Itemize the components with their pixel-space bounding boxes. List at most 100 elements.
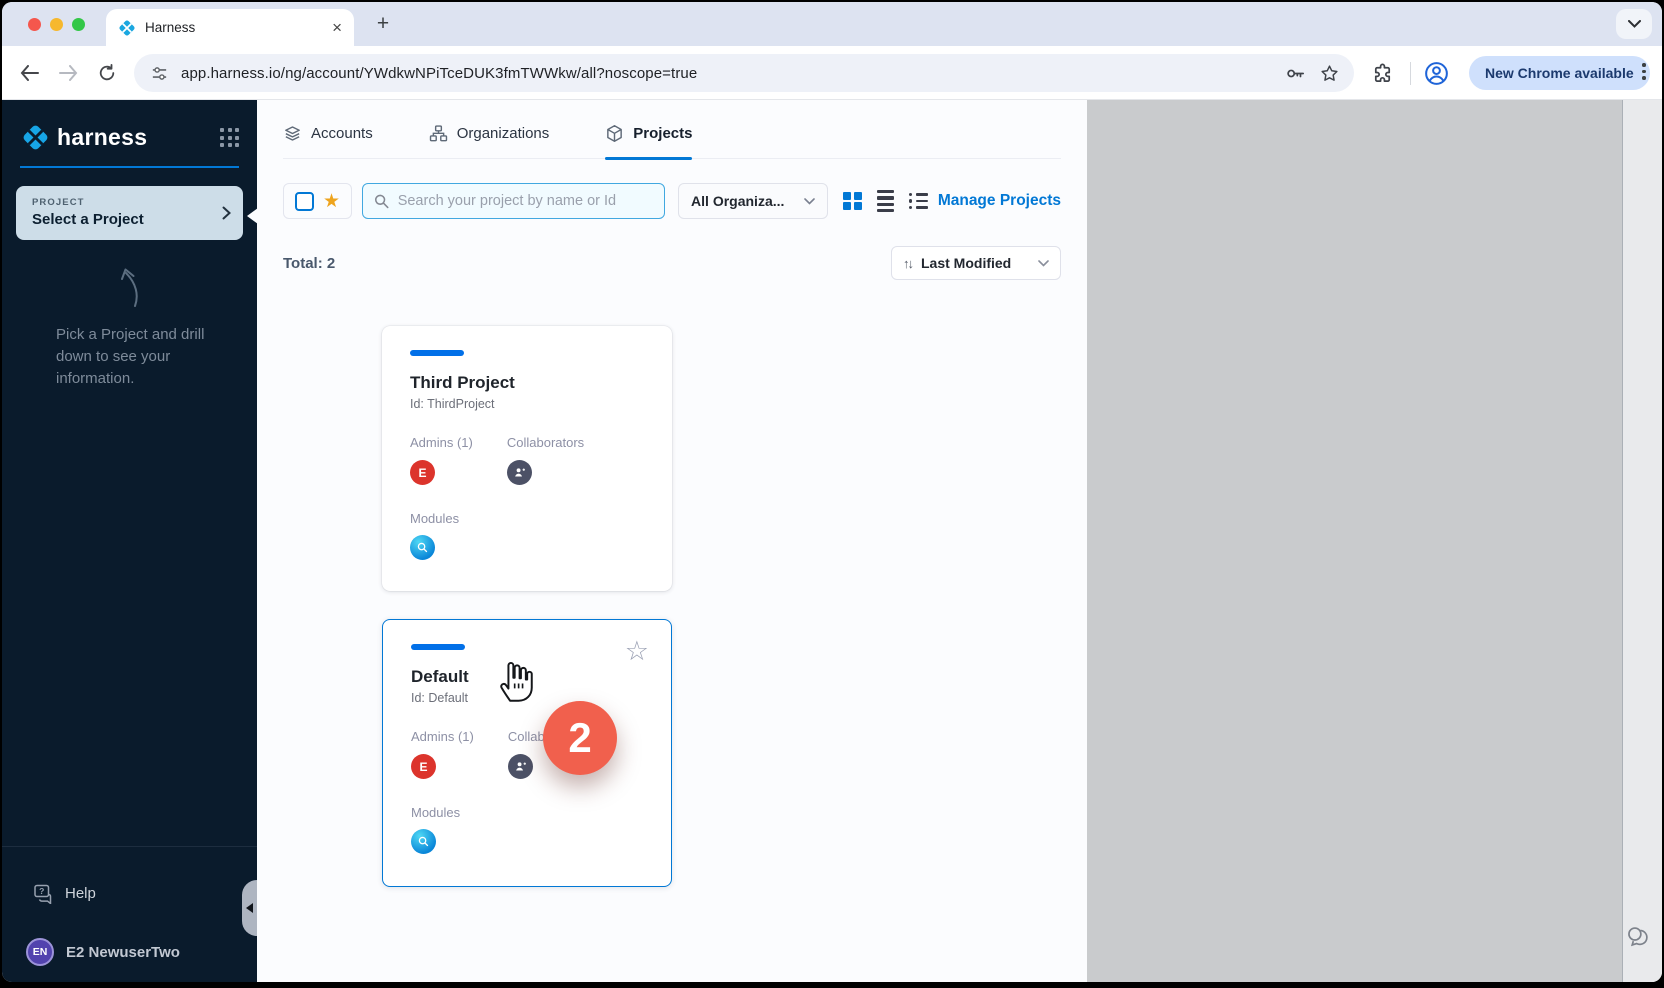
favorite-star-icon[interactable]: ☆ <box>625 638 649 665</box>
reload-button[interactable] <box>93 59 121 87</box>
forward-button[interactable] <box>54 59 82 87</box>
project-card-third-project[interactable]: Third Project Id: ThirdProject Admins (1… <box>382 326 672 591</box>
sidebar-divider <box>2 846 257 847</box>
close-window-button[interactable] <box>28 18 41 31</box>
organizations-icon <box>429 124 448 143</box>
browser-window: Harness × + app.harness.io/ng/account/YW… <box>2 2 1662 982</box>
url-text: app.harness.io/ng/account/YWdkwNPiTceDUK… <box>181 65 1272 82</box>
address-bar[interactable]: app.harness.io/ng/account/YWdkwNPiTceDUK… <box>134 54 1354 92</box>
browser-tab[interactable]: Harness × <box>106 9 354 46</box>
help-label: Help <box>65 885 96 902</box>
browser-menu-icon[interactable] <box>1642 63 1646 80</box>
extensions-puzzle-icon <box>1371 62 1394 85</box>
chat-bubbles-icon[interactable] <box>1625 923 1652 950</box>
site-info-icon[interactable] <box>150 64 169 83</box>
project-color-bar <box>410 350 464 356</box>
svg-text:?: ? <box>39 886 44 896</box>
tab-close-icon[interactable]: × <box>332 19 342 36</box>
favorites-star-icon[interactable]: ★ <box>323 192 340 211</box>
list-view-icon[interactable] <box>909 193 928 210</box>
empty-panel <box>1087 100 1622 982</box>
sort-icon: ↑↓ <box>903 256 912 271</box>
window-controls <box>28 18 85 31</box>
tab-search-button[interactable] <box>1616 9 1652 39</box>
tab-projects-label: Projects <box>633 125 692 142</box>
reload-icon <box>98 64 116 82</box>
user-account-button[interactable]: EN E2 NewuserTwo <box>26 938 180 966</box>
toolbar-divider <box>1410 62 1411 85</box>
profile-button[interactable] <box>1422 59 1450 87</box>
favorites-filter-group: ★ <box>283 183 352 219</box>
modules-label: Modules <box>411 805 643 820</box>
search-icon <box>374 193 389 209</box>
tab-organizations[interactable]: Organizations <box>429 124 550 158</box>
project-search[interactable] <box>362 183 665 219</box>
search-input[interactable] <box>398 193 653 209</box>
chevron-down-icon <box>1628 20 1641 28</box>
project-selector-label: PROJECT <box>32 197 229 208</box>
manage-projects-link[interactable]: Manage Projects <box>938 192 1061 210</box>
list-header-row: Total: 2 ↑↓ Last Modified <box>283 246 1061 280</box>
password-key-icon[interactable] <box>1284 62 1307 85</box>
filter-row: ★ All Organiza... Manage Projects <box>283 183 1061 219</box>
help-chat-icon: ? <box>32 883 54 904</box>
tab-organizations-label: Organizations <box>457 125 550 142</box>
rows-view-icon[interactable] <box>877 190 894 212</box>
sidebar-collapse-handle[interactable] <box>242 880 257 936</box>
harness-favicon <box>118 19 136 37</box>
maximize-window-button[interactable] <box>72 18 85 31</box>
sidebar: harness PROJECT Select a Project Pick a … <box>2 100 257 982</box>
grid-view-icon[interactable] <box>843 192 862 211</box>
collaborator-add-button[interactable] <box>507 460 532 485</box>
person-plus-icon <box>514 760 527 773</box>
organization-dropdown[interactable]: All Organiza... <box>678 183 828 219</box>
module-glyph <box>417 835 430 848</box>
help-button[interactable]: ? Help <box>32 883 96 904</box>
sort-dropdown[interactable]: ↑↓ Last Modified <box>891 246 1061 280</box>
admins-group: Admins (1) E <box>411 729 474 779</box>
tab-strip: Harness × + <box>2 2 1662 46</box>
sidebar-hint-text: Pick a Project and drill down to see you… <box>56 324 211 390</box>
project-card-default[interactable]: ☆ Default Id: Default Admins (1) E Colla… <box>382 619 672 887</box>
update-chrome-button[interactable]: New Chrome available <box>1469 56 1650 90</box>
admins-label: Admins (1) <box>411 729 474 744</box>
tab-accounts-label: Accounts <box>311 125 373 142</box>
collapse-arrow-icon <box>246 903 253 913</box>
favorites-checkbox[interactable] <box>295 192 314 211</box>
project-selector-value: Select a Project <box>32 211 229 228</box>
project-cards: Third Project Id: ThirdProject Admins (1… <box>382 326 672 887</box>
tab-accounts[interactable]: Accounts <box>283 124 373 158</box>
admins-label: Admins (1) <box>410 435 473 450</box>
back-icon <box>20 65 39 81</box>
app-area: harness PROJECT Select a Project Pick a … <box>2 100 1662 982</box>
project-selector[interactable]: PROJECT Select a Project <box>16 186 243 240</box>
accounts-layers-icon <box>283 124 302 143</box>
module-glyph <box>416 541 429 554</box>
main-content: Accounts Organizations Projects ★ <box>257 100 1087 982</box>
chevron-down-icon <box>804 198 815 205</box>
admins-group: Admins (1) E <box>410 435 473 485</box>
total-count: Total: 2 <box>283 255 335 272</box>
brand-name: harness <box>57 124 212 151</box>
back-button[interactable] <box>15 59 43 87</box>
chevron-down-icon <box>1038 260 1049 267</box>
organization-dropdown-value: All Organiza... <box>691 193 804 209</box>
tab-title: Harness <box>145 20 323 35</box>
bookmark-star-icon[interactable] <box>1319 63 1340 84</box>
collaborator-add-button[interactable] <box>508 754 533 779</box>
forward-icon <box>59 65 78 81</box>
extensions-button[interactable] <box>1368 59 1396 87</box>
chaos-module-icon[interactable] <box>410 535 435 560</box>
scope-tabs: Accounts Organizations Projects <box>283 100 1061 159</box>
admin-avatar[interactable]: E <box>411 754 436 779</box>
chaos-module-icon[interactable] <box>411 829 436 854</box>
brand-row: harness <box>2 100 257 151</box>
view-toggles <box>843 190 928 212</box>
project-color-bar <box>411 644 465 650</box>
tab-projects[interactable]: Projects <box>605 124 692 158</box>
right-edge-strip <box>1622 100 1662 982</box>
minimize-window-button[interactable] <box>50 18 63 31</box>
new-tab-button[interactable]: + <box>370 12 396 38</box>
apps-grid-icon[interactable] <box>220 128 239 147</box>
admin-avatar[interactable]: E <box>410 460 435 485</box>
